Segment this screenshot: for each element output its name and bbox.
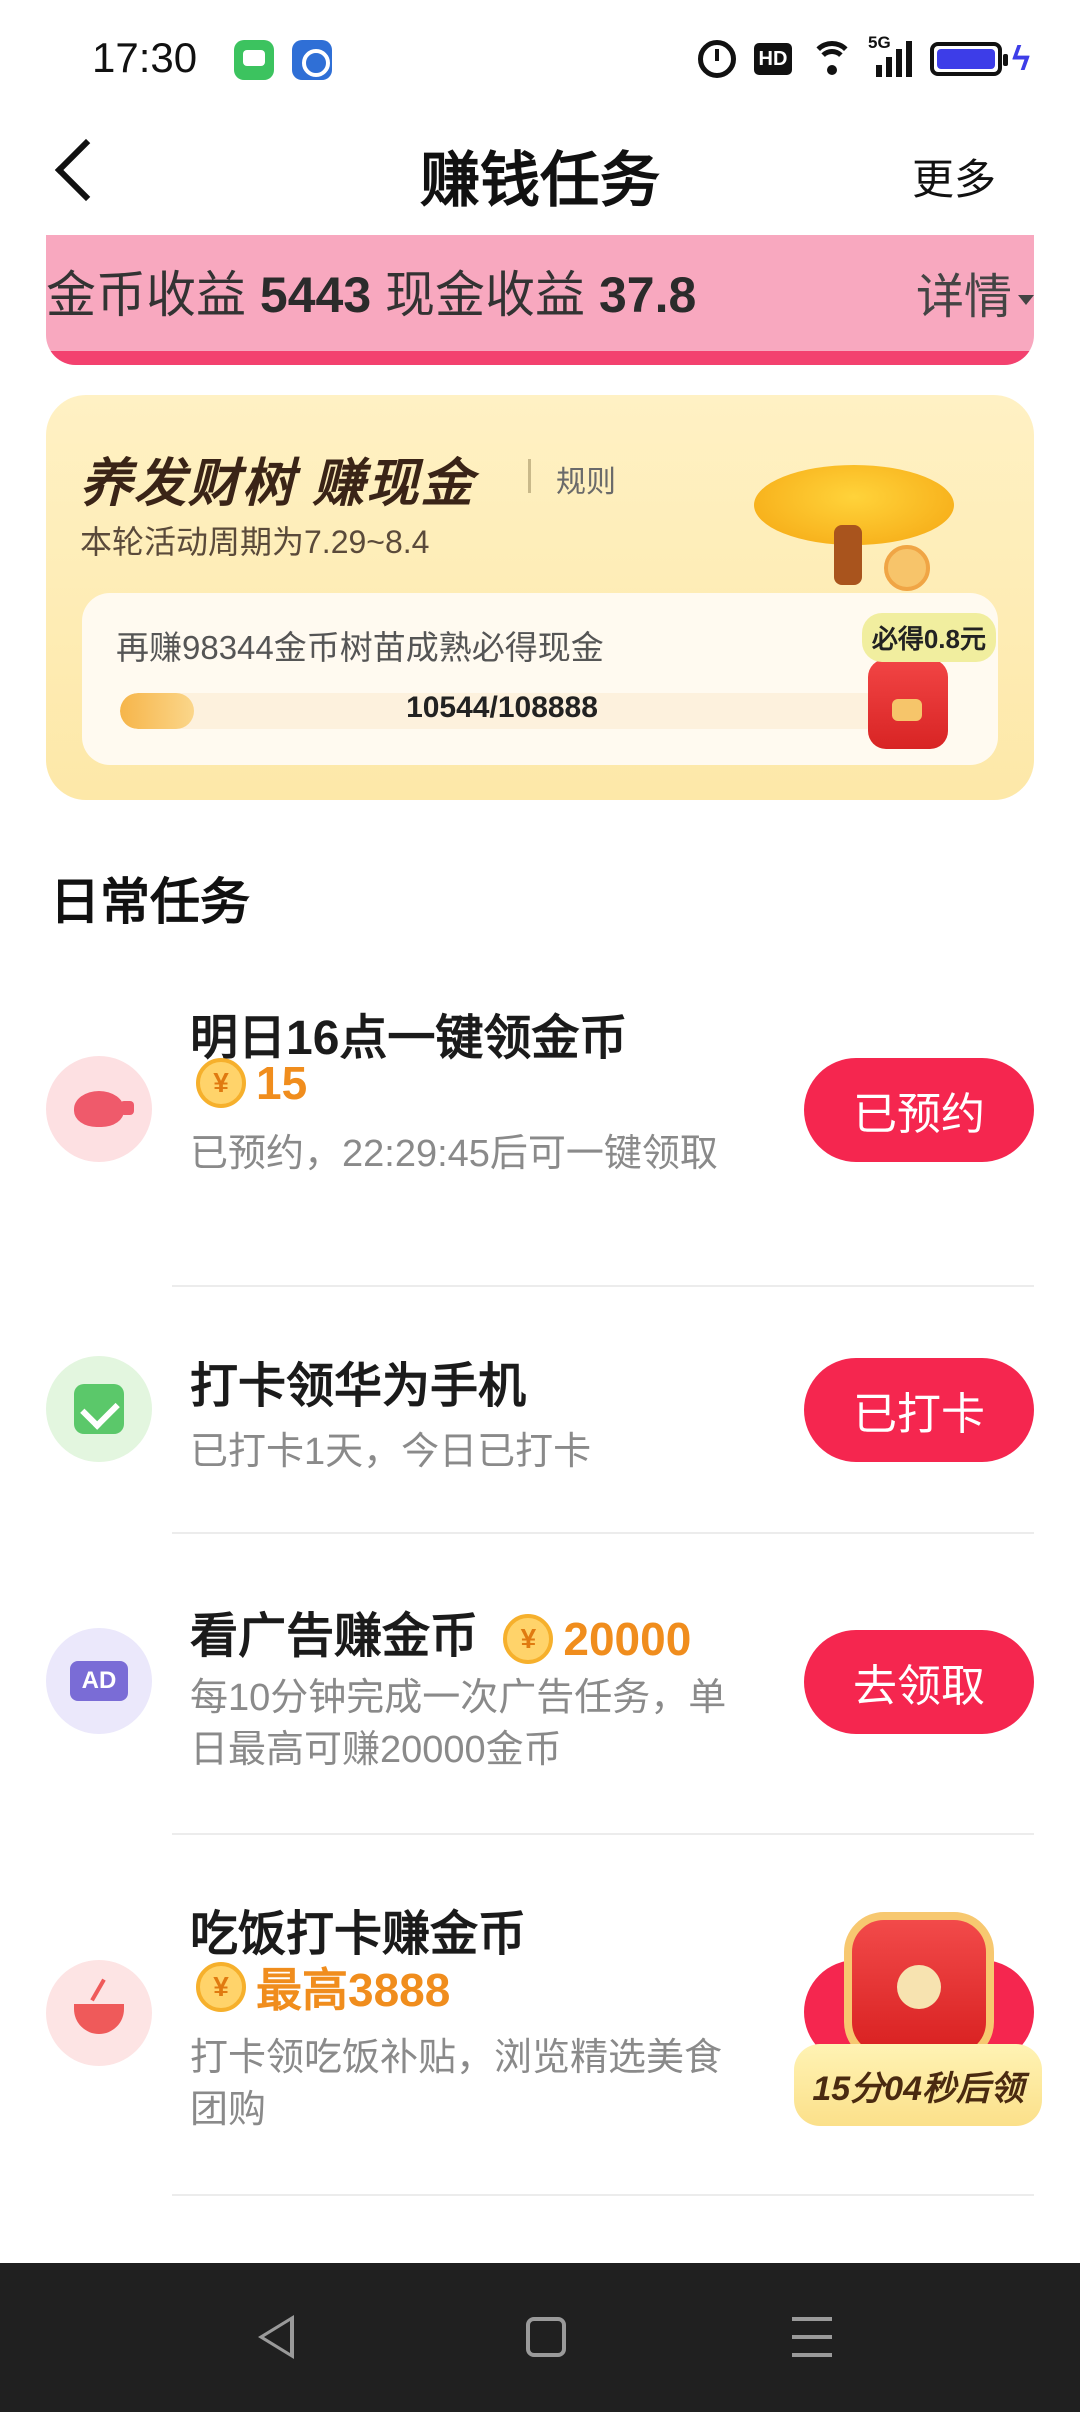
wifi-icon: [810, 41, 854, 77]
progress-panel: 再赚98344金币树苗成熟必得现金 10544/108888 必得0.8元: [82, 593, 998, 765]
nav-bar: 赚钱任务 更多: [0, 120, 1080, 232]
claim-button[interactable]: 去领取: [804, 1630, 1034, 1734]
divider: [172, 1285, 1034, 1287]
bowl-icon: [46, 1960, 152, 2066]
messages-app-icon: [234, 40, 274, 80]
coin-icon: ¥: [503, 1614, 554, 1665]
divider: [172, 1532, 1034, 1534]
red-packet-icon: [868, 659, 948, 749]
title-divider: [528, 459, 531, 493]
reserved-button[interactable]: 已预约: [804, 1058, 1034, 1162]
system-recents-icon[interactable]: [792, 2317, 832, 2357]
reward-amount: 15: [256, 1057, 308, 1109]
coin-reward: ¥ 最高3888: [196, 1954, 450, 2020]
treasure-chest-icon[interactable]: [844, 1912, 994, 2062]
hd-icon: HD: [754, 43, 792, 75]
status-icons: HD 5G ϟ: [698, 33, 1030, 84]
task-description: 已预约，22:29:45后可一键领取: [190, 1133, 718, 1175]
task-name: 打卡领华为手机: [190, 1360, 527, 1413]
coin-reward: ¥15: [196, 1056, 307, 1110]
reward-amount: 20000: [563, 1613, 692, 1666]
money-tree-card[interactable]: 养发财树 赚现金 规则 本轮活动周期为7.29~8.4 再赚98344金币树苗成…: [46, 395, 1034, 800]
cash-earnings-label: 现金收益: [385, 267, 586, 323]
checked-in-button[interactable]: 已打卡: [804, 1358, 1034, 1462]
signal-icon: 5G: [868, 33, 912, 77]
task-description: 打卡领吃饭补贴，浏览精选美食团购: [190, 2037, 723, 2131]
coin-earnings-label: 金币收益: [46, 267, 246, 323]
money-tree-image: [734, 445, 954, 595]
system-nav-bar: [0, 2263, 1080, 2412]
task-item: AD 看广告赚金币 ¥20000 每10分钟完成一次广告任务，单日最高可赚200…: [0, 1550, 1080, 1830]
task-name-text: 看广告赚金币: [190, 1610, 479, 1663]
task-item: 吃饭打卡赚金币 ¥ 最高3888 打卡领吃饭补贴，浏览精选美食团购 15分04秒后…: [0, 1850, 1080, 2190]
tree-card-title: 养发财树 赚现金: [80, 455, 475, 513]
cash-earnings-value: 37.8: [598, 267, 697, 323]
progress-value: 10544/108888: [406, 691, 598, 724]
bank-app-icon: [292, 40, 332, 80]
rules-link[interactable]: 规则: [556, 457, 616, 501]
earnings-banner[interactable]: 金币收益 5443 现金收益 37.8 详情: [46, 235, 1034, 365]
daily-tasks-title: 日常任务: [50, 874, 250, 930]
network-type-label: 5G: [868, 33, 891, 52]
more-button[interactable]: 更多: [912, 146, 996, 207]
calendar-check-icon: [46, 1356, 152, 1462]
alarm-icon: [698, 40, 736, 78]
reward-amount: 最高3888: [256, 1964, 451, 2016]
piggy-bank-icon: [46, 1056, 152, 1162]
earnings-summary: 金币收益 5443 现金收益 37.8: [46, 255, 696, 327]
task-item: 打卡领华为手机 已打卡1天，今日已打卡 已打卡: [0, 1300, 1080, 1530]
progress-label: 再赚98344金币树苗成熟必得现金: [116, 629, 604, 666]
status-bar: 17:30 HD 5G ϟ: [0, 0, 1080, 120]
coin-earnings-value: 5443: [259, 267, 372, 323]
reward-tag: 必得0.8元: [861, 613, 996, 662]
activity-period: 本轮活动周期为7.29~8.4: [80, 524, 430, 560]
divider: [172, 1833, 1034, 1835]
battery-icon: [930, 42, 1008, 76]
system-back-icon[interactable]: [258, 2315, 294, 2359]
system-home-icon[interactable]: [526, 2317, 566, 2357]
detail-button[interactable]: 详情: [916, 257, 1034, 327]
charging-icon: ϟ: [1012, 39, 1030, 78]
task-description: 每10分钟完成一次广告任务，单日最高可赚20000金币: [190, 1677, 727, 1771]
status-time: 17:30: [92, 34, 198, 81]
task-item: 明日16点一键领金币 ¥15 已预约，22:29:45后可一键领取 已预约: [0, 980, 1080, 1280]
coin-icon: ¥: [196, 1058, 246, 1108]
task-description: 已打卡1天，今日已打卡: [190, 1431, 592, 1473]
ad-icon: AD: [46, 1628, 152, 1734]
task-name: 看广告赚金币 ¥20000: [190, 1596, 691, 1666]
coin-icon: ¥: [196, 1962, 246, 2012]
countdown-timer[interactable]: 15分04秒后领: [794, 2044, 1042, 2126]
divider: [172, 2194, 1034, 2196]
